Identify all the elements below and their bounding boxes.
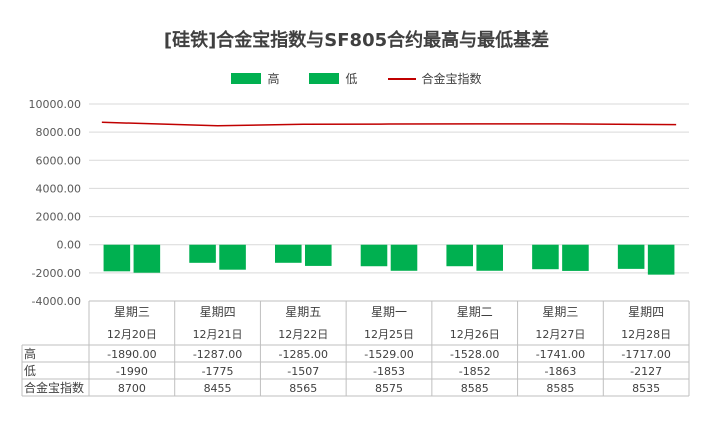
series-line-index <box>101 121 677 127</box>
bar-high <box>532 244 559 270</box>
legend-item-high[interactable]: 高 <box>231 70 279 87</box>
legend-label-index: 合金宝指数 <box>421 72 482 86</box>
table-cell: -1717.00 <box>621 348 670 361</box>
x-tick-date: 12月27日 <box>535 328 585 341</box>
table-cell: 8575 <box>375 382 403 395</box>
legend-swatch-high <box>231 73 262 84</box>
table-row-header: 高 <box>24 346 36 361</box>
bar-high <box>360 244 388 267</box>
table-cell: -1741.00 <box>536 348 585 361</box>
y-tick-label: 4000.00 <box>36 182 82 195</box>
y-tick-label: 10000.00 <box>29 98 82 111</box>
legend-label-low: 低 <box>345 72 358 86</box>
table-cell: -1287.00 <box>193 348 242 361</box>
legend-swatch-low <box>309 73 340 84</box>
table-cell: -2127 <box>630 365 662 378</box>
table-cell: -1890.00 <box>107 348 156 361</box>
bar-low <box>133 244 161 273</box>
x-tick-label: 星期三 <box>114 305 150 319</box>
bar-low <box>390 244 418 271</box>
y-tick-label: -2000.00 <box>32 267 81 280</box>
bar-low <box>476 244 503 271</box>
table-row-header: 合金宝指数 <box>24 380 84 395</box>
bar-low <box>305 244 332 266</box>
legend-swatch-index <box>387 77 416 80</box>
y-tick-label: 2000.00 <box>36 211 82 224</box>
legend-item-index[interactable]: 合金宝指数 <box>387 70 482 87</box>
y-tick-label: 6000.00 <box>36 154 82 167</box>
bar-low <box>647 244 675 275</box>
x-tick-date: 12月20日 <box>107 328 157 341</box>
table-cell: -1529.00 <box>364 348 413 361</box>
bar-high <box>103 244 131 272</box>
x-tick-label: 星期四 <box>200 305 236 319</box>
x-tick-label: 星期一 <box>371 305 407 319</box>
table-cell: 8455 <box>204 382 232 395</box>
bar-high <box>617 244 645 269</box>
table-cell: -1853 <box>373 365 405 378</box>
chart-container: 10000.00 8000.00 6000.00 4000.00 2000.00 0.00… <box>0 0 713 425</box>
chart-legend: 高 低 合金宝指数 <box>0 70 713 87</box>
table-cell: 8585 <box>461 382 489 395</box>
table-cell: -1285.00 <box>279 348 328 361</box>
y-tick-label: -4000.00 <box>32 295 81 308</box>
x-tick-date: 12月22日 <box>278 328 328 341</box>
x-tick-date: 12月25日 <box>364 328 414 341</box>
legend-label-high: 高 <box>267 72 280 86</box>
table-cell: 8535 <box>632 382 660 395</box>
bar-high <box>446 244 473 267</box>
bar-high <box>275 244 302 263</box>
table-cell: 8700 <box>118 382 146 395</box>
x-tick-label: 星期二 <box>457 305 493 319</box>
table-row-header: 低 <box>24 364 36 378</box>
chart-svg: 10000.00 8000.00 6000.00 4000.00 2000.00 0.00… <box>21 98 690 397</box>
legend-item-low[interactable]: 低 <box>309 70 358 87</box>
chart-title: [硅铁]合金宝指数与SF805合约最高与最低基差 <box>163 30 550 51</box>
table-cell: 8585 <box>546 382 574 395</box>
table-cell: -1863 <box>544 365 576 378</box>
x-tick-label: 星期三 <box>542 305 578 319</box>
y-tick-label: 0.00 <box>57 239 82 252</box>
x-tick-date: 12月21日 <box>193 328 243 341</box>
bar-low <box>562 244 589 271</box>
table-cell: -1990 <box>116 365 148 378</box>
table-cell: -1507 <box>287 365 319 378</box>
table-cell: -1775 <box>202 365 234 378</box>
table-cell: 8565 <box>289 382 317 395</box>
y-tick-label: 8000.00 <box>36 126 82 139</box>
x-tick-date: 12月28日 <box>621 328 671 341</box>
bar-high <box>189 244 216 263</box>
table-cell: -1852 <box>459 365 491 378</box>
x-tick-date: 12月26日 <box>450 328 500 341</box>
table-cell: -1528.00 <box>450 348 499 361</box>
x-tick-label: 星期四 <box>628 305 664 319</box>
bar-low <box>219 244 246 270</box>
x-tick-label: 星期五 <box>285 305 321 319</box>
